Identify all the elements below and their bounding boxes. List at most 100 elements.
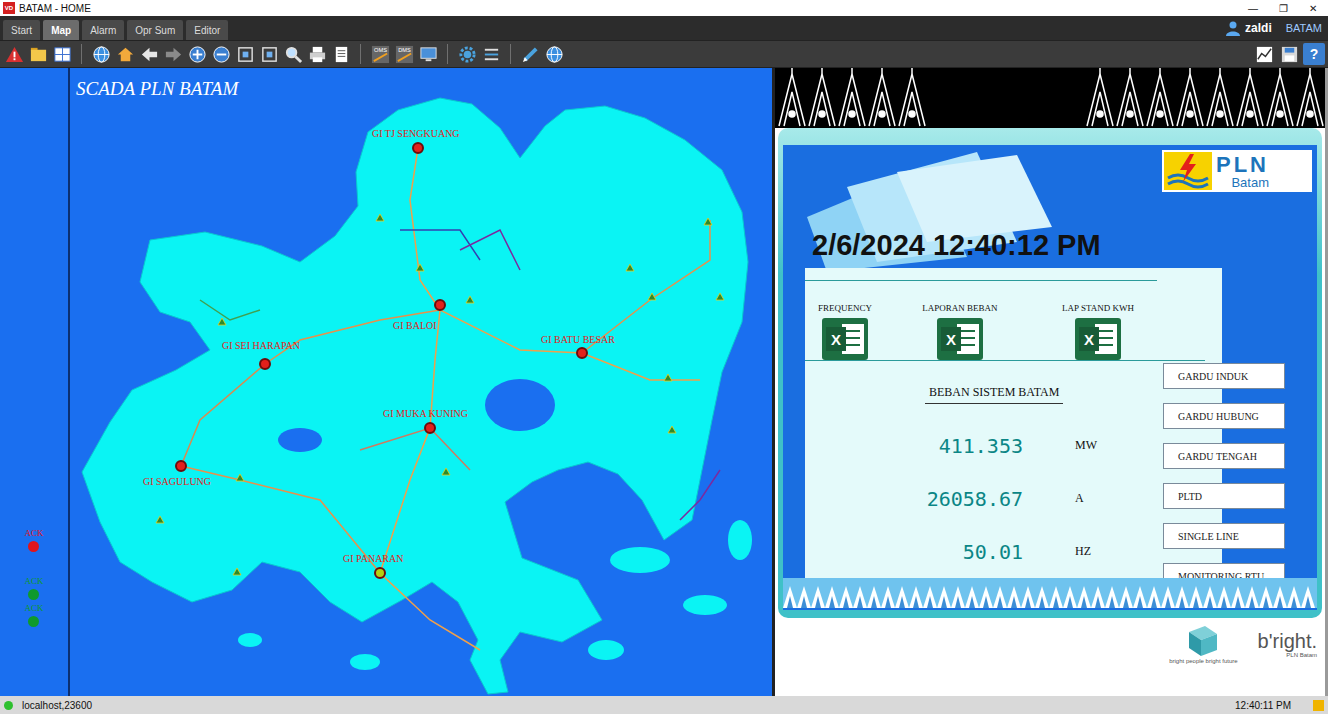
island-map xyxy=(70,68,772,696)
nav-button[interactable]: PLTD xyxy=(1163,483,1285,509)
toolbar: OMS DMS? xyxy=(0,40,1328,68)
user-icon xyxy=(1225,20,1241,36)
restore-button[interactable]: ❐ xyxy=(1268,3,1298,14)
zoom-in-icon[interactable] xyxy=(186,43,208,65)
trend-chart-icon[interactable] xyxy=(1253,43,1275,65)
fit-view-icon[interactable] xyxy=(234,43,256,65)
ack-indicator[interactable]: ACK xyxy=(24,528,43,552)
map-view[interactable]: SCADA PLN BATAM GI TJ SENGKUANG GI SEI HAR… xyxy=(70,68,772,696)
toolbar-separator xyxy=(447,44,448,64)
pln-logo: PLNBatam xyxy=(1162,150,1312,192)
toolbar-separator xyxy=(510,44,511,64)
window-title: BATAM - HOME xyxy=(19,3,91,14)
dashboard-panel: PLNBatam 2/6/2024 12:40:12 PM FREQUENCYX LA… xyxy=(775,68,1325,696)
substation-label[interactable]: GI BATU BESAR xyxy=(541,334,615,346)
nav-button[interactable]: SINGLE LINE xyxy=(1163,523,1285,549)
nav-button[interactable]: GARDU TENGAH xyxy=(1163,443,1285,469)
navigation-buttons: GARDU INDUK GARDU HUBUNG GARDU TENGAH PLTD S… xyxy=(1163,363,1285,589)
alarm-icon[interactable] xyxy=(3,43,25,65)
pucuk-rebung-ornament-icon xyxy=(775,68,1325,128)
svg-text:DMS: DMS xyxy=(398,46,411,52)
bright-logo: bright people bright futureb'right.PLN B… xyxy=(1169,624,1317,664)
substation-marker-icon[interactable] xyxy=(412,142,424,154)
tab[interactable]: Map xyxy=(43,20,79,40)
substation-label[interactable]: GI SEI HARAPAN xyxy=(222,340,300,352)
excel-icon: X xyxy=(937,318,983,360)
monitor-icon[interactable] xyxy=(417,43,439,65)
svg-text:X: X xyxy=(831,331,841,348)
connection-address: localhost,23600 xyxy=(22,700,92,711)
help-button[interactable]: ? xyxy=(1303,43,1325,65)
app-logo-icon: VD xyxy=(3,2,15,14)
ornament-banner xyxy=(775,68,1325,128)
substation-marker-icon[interactable] xyxy=(434,299,446,311)
report-button[interactable]: FREQUENCYX xyxy=(800,303,890,360)
substation-marker-icon[interactable] xyxy=(259,358,271,370)
excel-icon: X xyxy=(822,318,868,360)
dashboard-footer: bright people bright futureb'right.PLN B… xyxy=(775,618,1325,696)
zoom-out-icon[interactable] xyxy=(210,43,232,65)
close-button[interactable]: ✕ xyxy=(1298,3,1328,14)
print-icon[interactable] xyxy=(306,43,328,65)
substation-label[interactable]: GI TJ SENGKUANG xyxy=(372,128,460,140)
svg-text:OMS: OMS xyxy=(374,46,387,52)
settings-gear-icon[interactable] xyxy=(456,43,478,65)
site-name: BATAM xyxy=(1286,22,1322,34)
toolbar-separator xyxy=(360,44,361,64)
save-display-icon[interactable] xyxy=(1278,43,1300,65)
map-title: SCADA PLN BATAM xyxy=(76,78,238,100)
nav-button[interactable]: GARDU HUBUNG xyxy=(1163,403,1285,429)
ack-indicator[interactable]: ACK xyxy=(24,576,43,600)
globe-icon[interactable] xyxy=(90,43,112,65)
tab[interactable]: Editor xyxy=(186,20,228,40)
tab[interactable]: Alarm xyxy=(82,20,124,40)
network-globe-icon[interactable] xyxy=(543,43,565,65)
dms-icon[interactable]: DMS xyxy=(393,43,415,65)
substation-label[interactable]: GI MUKA KUNING xyxy=(383,408,468,420)
home-icon[interactable] xyxy=(114,43,136,65)
nav-button[interactable]: GARDU INDUK xyxy=(1163,363,1285,389)
tab[interactable]: Opr Sum xyxy=(127,20,183,40)
load-panel: FREQUENCYXLAPORAN BEBANXLAP STAND KWHXBE… xyxy=(805,268,1222,578)
bright-cube-icon xyxy=(1183,624,1223,658)
search-icon[interactable] xyxy=(282,43,304,65)
ack-panel: ACK ACK ACK xyxy=(0,68,70,696)
title-bar: VD BATAM - HOME —❐✕ xyxy=(0,0,1328,16)
load-title: BEBAN SISTEM BATAM xyxy=(925,385,1063,404)
substation-label[interactable]: GI BALOI xyxy=(393,320,437,332)
notification-icon[interactable] xyxy=(1313,700,1324,711)
layout-icon[interactable] xyxy=(51,43,73,65)
substation-marker-icon[interactable] xyxy=(374,567,386,579)
oms-icon[interactable]: OMS xyxy=(369,43,391,65)
substation-label[interactable]: GI PANARAN xyxy=(343,553,403,565)
substation-marker-icon[interactable] xyxy=(175,460,187,472)
pen-icon[interactable] xyxy=(519,43,541,65)
main-area: ACK ACK ACK SCADA PLN BATAM GI TJ SENGKUANG G… xyxy=(0,68,1328,696)
report-button[interactable]: LAPORAN BEBANX xyxy=(915,303,1005,360)
list-icon[interactable] xyxy=(480,43,502,65)
status-bar: localhost,23600 12:40:11 PM xyxy=(0,696,1328,714)
user-info: zaldi BATAM xyxy=(1225,20,1328,36)
back-arrow-icon[interactable] xyxy=(138,43,160,65)
center-view-icon[interactable] xyxy=(258,43,280,65)
toolbar-separator xyxy=(81,44,82,64)
minimize-button[interactable]: — xyxy=(1238,3,1268,14)
status-time: 12:40:11 PM xyxy=(1235,700,1291,711)
user-name[interactable]: zaldi xyxy=(1245,21,1272,35)
tab[interactable]: Start xyxy=(3,20,40,40)
batik-ornament-icon xyxy=(783,578,1317,608)
substation-marker-icon[interactable] xyxy=(424,422,436,434)
substation-label[interactable]: GI SAGULUNG xyxy=(143,476,211,488)
ack-indicator[interactable]: ACK xyxy=(24,603,43,627)
open-folder-icon[interactable] xyxy=(27,43,49,65)
window-controls: —❐✕ xyxy=(1238,3,1328,14)
substation-marker-icon[interactable] xyxy=(576,347,588,359)
document-icon[interactable] xyxy=(330,43,352,65)
pln-brand: PLN xyxy=(1216,154,1269,176)
dashboard-frame: PLNBatam 2/6/2024 12:40:12 PM FREQUENCYX LA… xyxy=(778,128,1322,618)
datetime-display: 2/6/2024 12:40:12 PM xyxy=(812,229,1101,262)
forward-arrow-icon[interactable] xyxy=(162,43,184,65)
pln-region: Batam xyxy=(1231,176,1269,189)
connection-status-icon xyxy=(4,701,13,710)
report-button[interactable]: LAP STAND KWHX xyxy=(1053,303,1143,360)
